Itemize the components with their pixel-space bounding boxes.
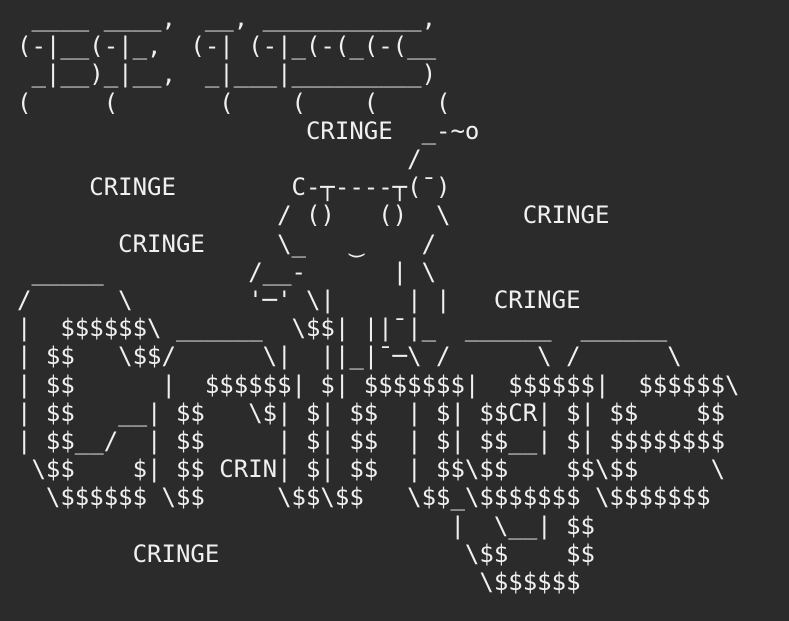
art-line: CRINGE \$$ $$ bbox=[17, 539, 595, 568]
art-line: \$$$$$$ bbox=[17, 568, 581, 597]
art-line: \$$$$$$ \$$ \$$\$$ \$$_\$$$$$$$ \$$$$$$$ bbox=[17, 483, 711, 512]
art-line: | $$$$$$\ ______ \$$| ||ˉ|_ ______ _____… bbox=[17, 314, 668, 343]
art-line: ____ ____, __, ___________, bbox=[17, 4, 437, 32]
ascii-art: ____ ____, __, ___________, (-|__(-|_, (… bbox=[17, 4, 739, 596]
art-line: | $$ \$$/ \| ||_|ˉ─\ / \ / \ bbox=[17, 342, 682, 371]
art-line: | $$ | $$$$$$| $| $$$$$$$| $$$$$$| $$$$$… bbox=[17, 370, 740, 399]
art-line: CRINGE \_ ‿ / bbox=[17, 229, 437, 258]
art-line: ( ( ( ( ( ( bbox=[17, 88, 451, 117]
art-line: | \__| $$ bbox=[17, 511, 595, 540]
art-line: \$$ $| $$ CRIN| $| $$ | $$\$$ $$\$$ \ bbox=[17, 455, 726, 484]
terminal-window: ____ ____, __, ___________, (-|__(-|_, (… bbox=[0, 0, 789, 621]
art-line: / \ '─' \| | | CRINGE bbox=[17, 286, 581, 315]
art-line: CRINGE _-~o bbox=[17, 116, 480, 145]
art-line: (-|__(-|_, (-| (-|_(-(_(-(__ bbox=[17, 32, 437, 61]
art-line: _|__)_|__, _|___|_________) bbox=[17, 60, 437, 89]
art-line: / () () \ CRINGE bbox=[17, 201, 610, 230]
art-line: / bbox=[17, 145, 422, 174]
art-line: | $$ __| $$ \$| $| $$ | $| $$CR| $| $$ $… bbox=[17, 398, 726, 427]
art-line: _____ /__- | \ bbox=[17, 257, 437, 286]
art-line: CRINGE C-┬----┬(ˉ) bbox=[17, 173, 451, 202]
art-line: | $$__/ | $$ | $| $$ | $| $$__| $| $$$$$… bbox=[17, 427, 726, 456]
